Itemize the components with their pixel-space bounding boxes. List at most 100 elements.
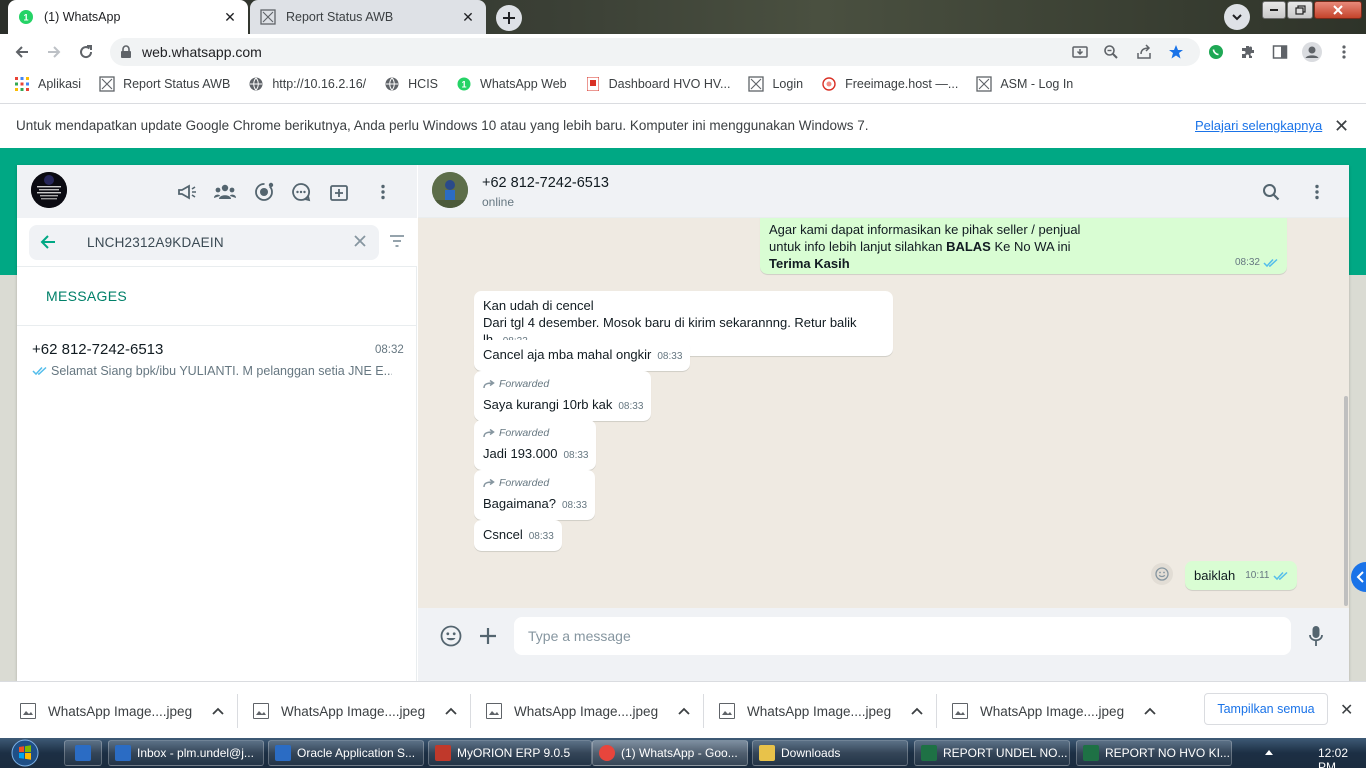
window-close-button[interactable] bbox=[1314, 1, 1362, 19]
tab-close-icon[interactable]: ✕ bbox=[222, 9, 238, 25]
bookmark-10-16-2-16[interactable]: http://10.16.2.16/ bbox=[248, 76, 366, 92]
new-tab-button[interactable] bbox=[496, 5, 522, 31]
search-messages-icon[interactable] bbox=[1259, 180, 1283, 204]
status-icon[interactable] bbox=[252, 180, 276, 204]
reload-icon[interactable] bbox=[74, 40, 98, 64]
taskbar-item-active[interactable]: (1) WhatsApp - Goo... bbox=[592, 740, 748, 766]
chevron-left-icon bbox=[1356, 571, 1364, 583]
bookmark-label: HCIS bbox=[408, 77, 439, 91]
double-check-icon bbox=[1272, 571, 1288, 580]
bookmark-login[interactable]: Login bbox=[748, 76, 803, 92]
communities-announce-icon[interactable] bbox=[175, 180, 199, 204]
download-item[interactable]: WhatsApp Image....jpeg bbox=[486, 698, 690, 724]
chevron-up-icon[interactable] bbox=[445, 707, 457, 715]
back-arrow-icon[interactable] bbox=[39, 233, 57, 251]
bookmark-star-icon[interactable] bbox=[1164, 40, 1188, 64]
taskbar-item[interactable]: Oracle Application S... bbox=[268, 740, 424, 766]
taskbar-item[interactable]: REPORT UNDEL NO... bbox=[914, 740, 1070, 766]
chevron-up-icon[interactable] bbox=[212, 707, 224, 715]
download-item[interactable]: WhatsApp Image....jpeg bbox=[253, 698, 457, 724]
attach-plus-icon[interactable] bbox=[476, 624, 500, 648]
emoji-icon[interactable] bbox=[439, 624, 463, 648]
taskbar-item[interactable]: Downloads bbox=[752, 740, 908, 766]
side-panel-icon[interactable] bbox=[1268, 40, 1292, 64]
incoming-message[interactable]: Forwarded Saya kurangi 10rb kak 08:33 bbox=[474, 371, 652, 421]
bookmark-hcis[interactable]: HCIS bbox=[384, 76, 438, 92]
scrollbar[interactable] bbox=[1344, 396, 1348, 606]
minimize-button[interactable] bbox=[1262, 1, 1286, 19]
sidebar-header bbox=[17, 165, 417, 218]
bookmark-report-status-awb[interactable]: Report Status AWB bbox=[99, 76, 230, 92]
taskbar-item[interactable]: MyORION ERP 9.0.5 bbox=[428, 740, 592, 766]
conversation-header[interactable]: +62 812-7242-6513 online bbox=[418, 165, 1349, 218]
search-result-item[interactable]: +62 812-7242-6513 08:32 Selamat Siang bp… bbox=[17, 328, 417, 388]
extensions-icon[interactable] bbox=[1236, 40, 1260, 64]
channels-icon[interactable] bbox=[289, 180, 313, 204]
download-item[interactable]: WhatsApp Image....jpeg bbox=[20, 698, 224, 724]
message-placeholder: Type a message bbox=[528, 628, 631, 644]
incoming-message[interactable]: Csncel 08:33 bbox=[474, 520, 562, 551]
incoming-message[interactable]: Forwarded Bagaimana? 08:33 bbox=[474, 470, 596, 520]
taskbar-item[interactable]: REPORT NO HVO KI... bbox=[1076, 740, 1232, 766]
show-all-downloads-button[interactable]: Tampilkan semua bbox=[1204, 693, 1328, 725]
chrome-menu-icon[interactable] bbox=[1332, 40, 1356, 64]
profile-avatar-icon[interactable] bbox=[1300, 40, 1324, 64]
contact-avatar[interactable] bbox=[432, 172, 468, 208]
outgoing-message[interactable]: Agar kami dapat informasikan ke pihak se… bbox=[760, 218, 1287, 274]
page-icon bbox=[260, 9, 276, 25]
extension-whatsapp-icon[interactable] bbox=[1204, 40, 1228, 64]
download-item[interactable]: WhatsApp Image....jpeg bbox=[719, 698, 923, 724]
avatar[interactable] bbox=[31, 172, 67, 208]
bookmark-freeimage[interactable]: Freeimage.host —... bbox=[821, 76, 958, 92]
maximize-button[interactable] bbox=[1287, 1, 1313, 19]
taskbar-item[interactable]: Inbox - plm.undel@j... bbox=[108, 740, 264, 766]
incoming-message[interactable]: Forwarded Jadi 193.000 08:33 bbox=[474, 420, 597, 470]
learn-more-link[interactable]: Pelajari selengkapnya bbox=[1195, 118, 1322, 133]
conversation-menu-icon[interactable] bbox=[1305, 180, 1329, 204]
back-icon[interactable] bbox=[10, 40, 34, 64]
address-bar[interactable]: web.whatsapp.com bbox=[110, 38, 1200, 66]
taskbar-outlook-pinned[interactable] bbox=[64, 740, 102, 766]
install-app-icon[interactable] bbox=[1068, 40, 1092, 64]
reaction-smiley-icon[interactable] bbox=[1151, 563, 1173, 585]
filter-icon[interactable] bbox=[389, 234, 405, 248]
incoming-message[interactable]: Cancel aja mba mahal ongkir 08:33 bbox=[474, 340, 691, 371]
message-text: Kan udah di cencel bbox=[483, 298, 594, 313]
oracle-icon bbox=[275, 745, 291, 761]
side-panel-handle[interactable] bbox=[1351, 562, 1366, 592]
menu-icon[interactable] bbox=[371, 180, 395, 204]
system-clock: 12:02 PM bbox=[1318, 746, 1349, 774]
search-input[interactable]: LNCH2312A9KDAEIN bbox=[29, 225, 379, 260]
clear-search-icon[interactable] bbox=[354, 235, 366, 247]
bookmark-label: Aplikasi bbox=[38, 77, 82, 91]
bookmark-asm-log-in[interactable]: ASM - Log In bbox=[976, 76, 1073, 92]
zoom-icon[interactable] bbox=[1099, 40, 1123, 64]
message-input[interactable]: Type a message bbox=[514, 617, 1291, 655]
tab-report-status-awb[interactable]: Report Status AWB ✕ bbox=[250, 0, 486, 34]
chevron-up-icon[interactable] bbox=[1144, 707, 1156, 715]
globe-icon bbox=[384, 76, 400, 92]
share-icon[interactable] bbox=[1132, 40, 1156, 64]
download-shelf: WhatsApp Image....jpeg WhatsApp Image...… bbox=[0, 681, 1366, 738]
infobar-close-icon[interactable]: ✕ bbox=[1334, 116, 1349, 137]
forward-icon[interactable] bbox=[42, 40, 66, 64]
tab-whatsapp[interactable]: 1 (1) WhatsApp ✕ bbox=[8, 0, 248, 34]
chevron-up-icon[interactable] bbox=[678, 707, 690, 715]
tab-title: Report Status AWB bbox=[286, 10, 394, 24]
bookmark-dashboard-hvo[interactable]: Dashboard HVO HV... bbox=[585, 76, 730, 92]
new-chat-icon[interactable] bbox=[327, 180, 351, 204]
bookmark-whatsapp-web[interactable]: 1 WhatsApp Web bbox=[456, 76, 567, 92]
microphone-icon[interactable] bbox=[1304, 624, 1328, 648]
chevron-up-icon[interactable] bbox=[911, 707, 923, 715]
url-text: web.whatsapp.com bbox=[142, 44, 262, 60]
download-item[interactable]: WhatsApp Image....jpeg bbox=[952, 698, 1156, 724]
tab-search-button[interactable] bbox=[1224, 4, 1250, 30]
close-download-shelf-icon[interactable]: ✕ bbox=[1340, 700, 1353, 720]
lock-icon[interactable] bbox=[120, 45, 132, 59]
tab-close-icon[interactable]: ✕ bbox=[460, 9, 476, 25]
outgoing-message[interactable]: baiklah 10:11 bbox=[1185, 561, 1297, 590]
start-button[interactable] bbox=[4, 738, 46, 768]
bookmark-aplikasi[interactable]: Aplikasi bbox=[14, 76, 81, 92]
communities-icon[interactable] bbox=[213, 180, 237, 204]
tray-chevron-up-icon[interactable] bbox=[1264, 748, 1274, 756]
